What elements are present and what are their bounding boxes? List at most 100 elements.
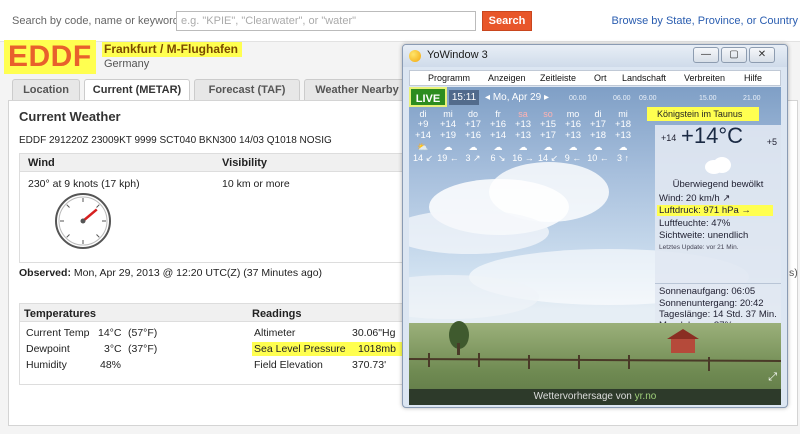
close-button[interactable]: ✕ (749, 47, 775, 63)
forecast-day[interactable]: so +15 +17 ☁ 14 ↙ (536, 109, 560, 163)
yowindow-titlebar[interactable]: YoWindow 3 — ▢ ✕ (403, 45, 787, 67)
menu-bar: Programm Anzeigen Zeitleiste Ort Landsch… (409, 70, 781, 86)
tab-weather-nearby[interactable]: Weather Nearby (304, 79, 410, 101)
station-name: Frankfurt / M-Flughafen (102, 42, 242, 57)
wind-dial-icon (55, 193, 111, 249)
menu-ort[interactable]: Ort (594, 73, 607, 83)
menu-anzeigen[interactable]: Anzeigen (488, 73, 526, 83)
humidity-line: Luftfeuchte: 47% (659, 218, 731, 229)
menu-verbreiten[interactable]: Verbreiten (684, 73, 725, 83)
current-conditions-panel: +14 +14°C +5 Überwiegend bewölkt Wind: 2… (655, 123, 781, 283)
maximize-button[interactable]: ▢ (721, 47, 747, 63)
clipped-text: s) (789, 267, 798, 279)
row-dewpoint-label: Dewpoint (26, 343, 70, 355)
location-selector[interactable]: Königstein im Taunus (647, 107, 759, 121)
provider-prefix: Wettervorhersage von (533, 391, 632, 402)
tab-forecast[interactable]: Forecast (TAF) (194, 79, 300, 101)
readings-box: Temperatures Readings Current Temp 14°C … (19, 303, 413, 385)
forecast-day[interactable]: mo +16 +13 ☁ 9 ← (561, 109, 585, 163)
search-input[interactable] (176, 11, 476, 31)
metar-text: EDDF 291220Z 23009KT 9999 SCT040 BKN300 … (19, 135, 332, 146)
date-selector[interactable]: ◂ Mo, Apr 29 ▸ (485, 90, 549, 105)
cloud-icon (705, 157, 731, 174)
cloud-rain-icon: ☁ (518, 142, 528, 152)
forecast-day[interactable]: di +9 +14 ⛅ 14 ↙ (411, 109, 435, 163)
menu-landschaft[interactable]: Landschaft (622, 73, 666, 83)
sunrise-line: Sonnenaufgang: 06:05 (659, 286, 756, 297)
readings-header: Temperatures Readings (20, 304, 412, 322)
observed-value: Mon, Apr 29, 2013 @ 12:20 UTC(Z) (37 Min… (73, 267, 323, 279)
live-button[interactable]: LIVE (409, 87, 447, 107)
cloud-rain-icon: ☁ (493, 142, 503, 152)
yowindow-window: YoWindow 3 — ▢ ✕ Programm Anzeigen Zeitl… (402, 44, 788, 408)
row-current-temp-value: 14°C (98, 327, 122, 339)
row-humidity-value: 48% (100, 359, 122, 371)
date-label: Mo, Apr 29 (492, 92, 542, 103)
menu-zeitleiste[interactable]: Zeitleiste (540, 73, 576, 83)
timeline-label: 21.00 (743, 95, 761, 102)
search-bar: Search by code, name or keyword: Search … (0, 0, 800, 42)
row-slp-label: Sea Level Pressure (254, 343, 346, 355)
weather-scene: LIVE 15:11 ◂ Mo, Apr 29 ▸ 00.00 06.00 09… (409, 87, 781, 405)
forecast-day[interactable]: sa +13 +13 ☁ 16 → (511, 109, 535, 163)
temp-marker-low: +5 (766, 137, 777, 147)
row-dewpoint-value: 3°C (104, 343, 122, 355)
cloud-rain-icon: ☁ (543, 142, 553, 152)
wind-value: 230° at 9 knots (17 kph) (28, 178, 140, 190)
forecast-day[interactable]: fr +16 +14 ☁ 6 ↘ (486, 109, 510, 163)
visibility-value: 10 km or more (222, 178, 290, 190)
station-code: EDDF (4, 40, 96, 74)
row-altimeter-label: Altimeter (254, 327, 296, 339)
forecast-day[interactable]: di +17 +18 ☁ 10 ← (586, 109, 610, 163)
row-humidity-label: Humidity (26, 359, 67, 371)
tab-location[interactable]: Location (12, 79, 80, 101)
row-current-temp-alt: (57°F) (128, 327, 158, 339)
browse-link[interactable]: Browse by State, Province, or Country (612, 15, 798, 27)
row-dewpoint-alt: (37°F) (128, 343, 158, 355)
timeline-label: 06.00 (613, 95, 631, 102)
search-button[interactable]: Search (482, 11, 532, 31)
slp-highlight: Sea Level Pressure 1018mb (252, 342, 406, 356)
row-elevation-label: Field Elevation (254, 359, 323, 371)
row-elevation-value: 370.73' (352, 359, 387, 371)
forecast-day[interactable]: mi +14 +19 ☁ 19 ← (436, 109, 460, 163)
tab-current[interactable]: Current (METAR) (84, 79, 190, 102)
provider-footer: Wettervorhersage von yr.no (409, 389, 781, 405)
minimize-button[interactable]: — (693, 47, 719, 63)
forecast-day[interactable]: mi +18 +13 ☁ 3 ↑ (611, 109, 635, 163)
timeline-label: 15.00 (699, 95, 717, 102)
cloud-rain-icon: ☁ (593, 142, 603, 152)
current-temperature: +14°C (681, 123, 744, 148)
observed-line: Observed: Mon, Apr 29, 2013 @ 12:20 UTC(… (19, 267, 322, 279)
wind-visibility-box: Wind Visibility 230° at 9 knots (17 kph)… (19, 153, 413, 263)
visibility-header: Visibility (222, 157, 268, 169)
sunset-line: Sonnenuntergang: 20:42 (659, 298, 764, 309)
last-update: Letztes Update: vor 21 Min. (659, 244, 739, 251)
forecast-strip: di +9 +14 ⛅ 14 ↙ mi +14 +19 ☁ 19 ← do +17 +16 ☁ 3 ↗ … (409, 109, 641, 163)
wind-header: Wind (28, 157, 55, 169)
cloud-rain-icon: ☁ (618, 142, 628, 152)
fullscreen-icon[interactable]: ⤢ (768, 371, 777, 384)
station-country: Germany (104, 58, 150, 70)
menu-programm[interactable]: Programm (428, 73, 470, 83)
readings-header-label: Readings (252, 308, 302, 320)
cloud-rain-icon: ☁ (443, 142, 453, 152)
visibility-line: Sichtweite: unendlich (659, 230, 749, 241)
condition-text: Überwiegend bewölkt (672, 179, 764, 190)
observed-label: Observed: (19, 267, 71, 279)
timeline-label: 00.00 (569, 95, 587, 102)
search-label: Search by code, name or keyword: (12, 15, 182, 27)
cloud-sun-icon: ⛅ (417, 142, 429, 152)
forecast-day[interactable]: do +17 +16 ☁ 3 ↗ (461, 109, 485, 163)
cloud-rain-icon: ☁ (468, 142, 478, 152)
farm-landscape-icon (409, 321, 781, 371)
menu-hilfe[interactable]: Hilfe (744, 73, 762, 83)
provider-link[interactable]: yr.no (635, 391, 657, 402)
temperatures-header: Temperatures (24, 308, 96, 320)
timeline-label: 09.00 (639, 95, 657, 102)
row-slp-value: 1018mb (358, 343, 396, 355)
row-current-temp-label: Current Temp (26, 327, 90, 339)
wind-visibility-header: Wind Visibility (20, 154, 412, 172)
window-title: YoWindow 3 (427, 49, 488, 61)
section-title: Current Weather (19, 109, 121, 124)
